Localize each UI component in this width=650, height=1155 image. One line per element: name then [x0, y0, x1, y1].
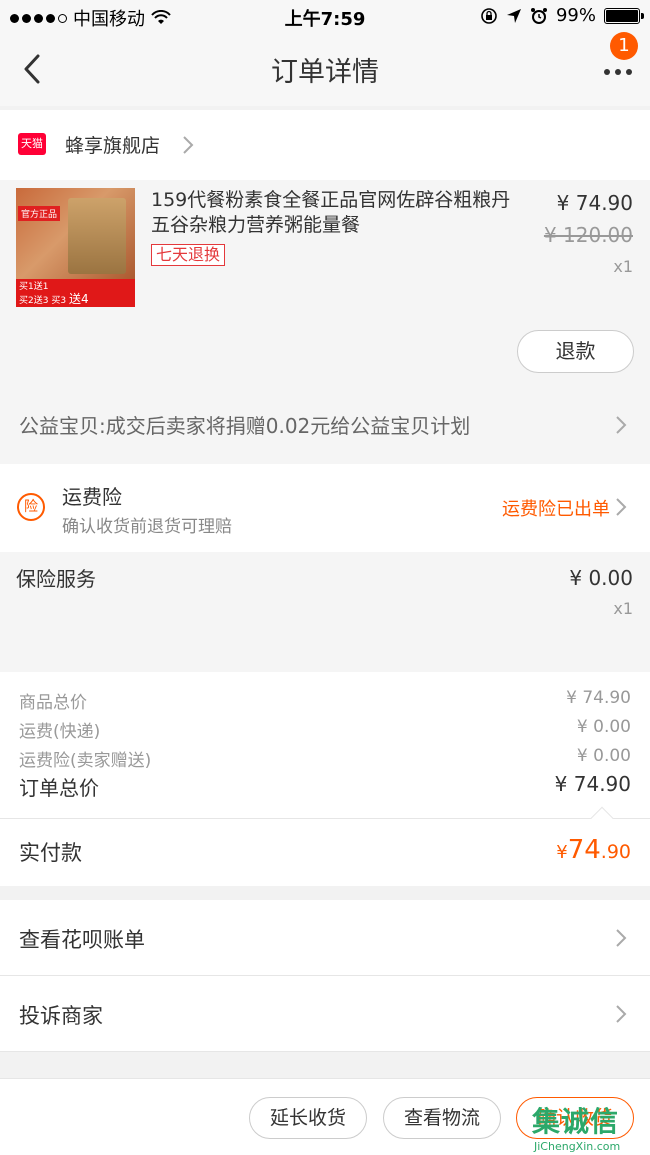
chevron-right-icon [616, 929, 627, 947]
shipping-fee-row: 运费(快递) ¥ 0.00 [19, 717, 631, 742]
insurance-fee-label: 运费险(卖家赠送) [19, 751, 152, 771]
tmall-logo: 天猫 [18, 133, 46, 155]
insurance-service-quantity: x1 [613, 599, 633, 618]
complain-seller-label: 投诉商家 [19, 1004, 103, 1028]
huabei-bill-label: 查看花呗账单 [19, 928, 145, 952]
paid-amount-row: 实付款 ¥74.90 [0, 806, 650, 886]
insurance-fee-row: 运费险(卖家赠送) ¥ 0.00 [19, 746, 631, 771]
thumb-promo-line2-text: 买2送3 [19, 296, 49, 306]
thumb-promo-3: 买3 [51, 296, 67, 306]
page-title: 订单详情 [271, 57, 379, 88]
product-thumbnail[interactable]: 官方正品 买1送1 买2送3 买3 送4 [16, 188, 135, 307]
shop-row[interactable]: 天猫 蜂享旗舰店 [0, 110, 650, 180]
goods-total-value: ¥ 74.90 [566, 688, 631, 708]
product-original-price: ¥ 120.00 [543, 223, 633, 247]
order-totals: 商品总价 ¥ 74.90 运费(快递) ¥ 0.00 运费险(卖家赠送) ¥ 0… [0, 672, 650, 818]
shop-name: 蜂享旗舰店 [65, 135, 161, 157]
thumb-promo-line2: 买2送3 买3 送4 [19, 293, 132, 307]
thumb-official-tag: 官方正品 [18, 206, 61, 221]
battery-icon [604, 7, 644, 24]
alarm-icon [530, 7, 547, 24]
watermark-url: JiChengXin.com [534, 1140, 621, 1153]
status-right: 99% [480, 5, 644, 26]
location-icon [506, 8, 521, 23]
nav-bar: 订单详情 [0, 34, 650, 106]
status-bar: 中国移动 上午7:59 99% [0, 0, 650, 34]
more-options-icon[interactable] [598, 62, 638, 82]
chevron-right-icon [183, 136, 194, 154]
charity-row[interactable]: 公益宝贝:成交后卖家将捐赠0.02元给公益宝贝计划 [0, 386, 650, 464]
insurance-title: 运费险 [62, 485, 122, 509]
insurance-service-row: 保险服务 ¥ 0.00 x1 [0, 552, 650, 672]
product-quantity: x1 [613, 257, 633, 276]
charity-text: 公益宝贝:成交后卖家将捐赠0.02元给公益宝贝计划 [19, 414, 471, 438]
chevron-right-icon [616, 498, 627, 516]
paid-integer: 74 [567, 835, 601, 865]
refund-button[interactable]: 退款 [517, 330, 634, 373]
order-total-label: 订单总价 [19, 776, 99, 800]
watermark: 集诚信 JiChengXin.com [532, 1100, 648, 1154]
chevron-right-icon [616, 416, 627, 434]
insurance-service-price: ¥ 0.00 [569, 566, 633, 590]
product-box-image [68, 198, 126, 274]
order-total-value: ¥ 74.90 [554, 772, 631, 796]
watermark-logo: 集诚信 [532, 1105, 620, 1138]
product-item[interactable]: 官方正品 买1送1 买2送3 买3 送4 159代餐粉素食全餐正品官网佐辟谷粗粮… [0, 180, 650, 386]
chevron-right-icon [616, 1005, 627, 1023]
thumb-promo-strip: 买1送1 买2送3 买3 送4 [16, 279, 135, 307]
extend-receipt-button[interactable]: 延长收货 [249, 1097, 367, 1139]
paid-currency: ¥ [556, 842, 568, 863]
complain-seller-row[interactable]: 投诉商家 [0, 976, 650, 1052]
insurance-service-label: 保险服务 [16, 567, 96, 591]
insurance-status: 运费险已出单 [502, 499, 610, 520]
order-total-row: 订单总价 ¥ 74.90 [19, 772, 631, 801]
insurance-subtitle: 确认收货前退货可理赔 [62, 517, 232, 537]
paid-value: ¥74.90 [556, 835, 631, 865]
huabei-bill-row[interactable]: 查看花呗账单 [0, 900, 650, 976]
product-name[interactable]: 159代餐粉素食全餐正品官网佐辟谷粗粮丹五谷杂粮力营养粥能量餐 [151, 188, 526, 238]
goods-total-label: 商品总价 [19, 693, 87, 713]
goods-total-row: 商品总价 ¥ 74.90 [19, 688, 631, 713]
shipping-insurance-row[interactable]: 险 运费险 确认收货前退货可理赔 运费险已出单 [0, 464, 650, 552]
insurance-icon: 险 [17, 493, 45, 521]
product-price: ¥ 74.90 [556, 191, 633, 215]
seven-day-return-tag: 七天退换 [151, 244, 226, 266]
thumb-promo-4: 送4 [68, 292, 89, 306]
insurance-fee-value: ¥ 0.00 [576, 746, 631, 766]
view-logistics-button[interactable]: 查看物流 [383, 1097, 501, 1139]
notification-badge: 1 [610, 32, 638, 60]
paid-decimal: .90 [600, 841, 631, 863]
shipping-fee-value: ¥ 0.00 [576, 717, 631, 737]
shipping-fee-label: 运费(快递) [19, 722, 101, 742]
rotation-lock-icon [481, 7, 497, 24]
battery-percent: 99% [555, 5, 596, 26]
paid-label: 实付款 [19, 841, 82, 865]
